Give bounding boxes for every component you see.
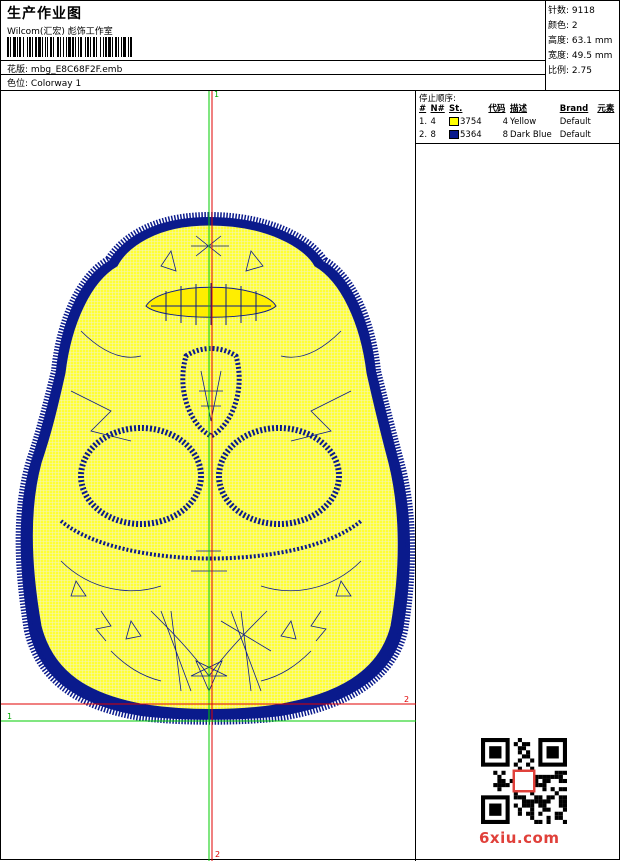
design-stats: 针数: 9118 颜色: 2 高度: 63.1 mm 宽度: 49.5 mm 比… <box>548 4 612 79</box>
color-swatch <box>449 130 459 139</box>
guide-label-top: 1 <box>214 91 219 99</box>
qr-code <box>481 738 567 824</box>
col-needle: N# <box>430 104 445 114</box>
header-info: 生产作业图 Wilcom(汇宏) 彪饰工作室 花版: mbg_E8C68F2F.… <box>1 1 546 90</box>
company-name: Wilcom(汇宏) 彪饰工作室 <box>7 27 113 37</box>
col-brand: Brand <box>559 104 589 114</box>
divider <box>1 60 546 61</box>
guide-label-right: 2 <box>404 695 409 704</box>
col-desc: 描述 <box>510 104 528 114</box>
col-index: # <box>419 104 427 114</box>
guide-label-bottom: 2 <box>215 850 220 859</box>
site-logo: 6xiu.com <box>479 829 560 847</box>
table-header: # N# St. 代码 描述 Brand 元素 <box>418 103 618 116</box>
divider <box>1 74 546 75</box>
stat-scale: 比例: 2.75 <box>548 66 592 76</box>
colorway-value: Colorway 1 <box>30 79 82 89</box>
stat-colors: 颜色: 2 <box>548 21 578 31</box>
col-code: 代码 <box>488 104 506 114</box>
colorway-label: 色位: <box>7 79 29 89</box>
colorway: 色位: Colorway 1 <box>7 76 81 89</box>
col-element: 元素 <box>597 104 615 114</box>
design-canvas: 1 2 1 2 <box>1 90 416 861</box>
stop-sequence-table: # N# St. 代码 描述 Brand 元素 1. 4 3754 4 Yell… <box>418 103 618 142</box>
page-title: 生产作业图 <box>7 6 82 22</box>
stat-width: 宽度: 49.5 mm <box>548 51 613 61</box>
table-row: 1. 4 3754 4 Yellow Default <box>419 117 591 127</box>
barcode <box>7 37 237 57</box>
col-stitches: St. <box>449 104 463 114</box>
color-swatch <box>449 117 459 126</box>
embroidery-preview: 1 2 1 2 <box>1 90 416 861</box>
stat-height: 高度: 63.1 mm <box>548 36 613 46</box>
guide-label-left: 1 <box>7 712 12 721</box>
production-sheet: 生产作业图 Wilcom(汇宏) 彪饰工作室 花版: mbg_E8C68F2F.… <box>0 0 620 861</box>
table-row: 2. 8 5364 8 Dark Blue Default <box>419 130 591 140</box>
stop-sequence-panel: 停止顺序: # N# St. 代码 描述 Brand 元素 1. 4 3754 <box>416 91 620 144</box>
stat-stitches: 针数: 9118 <box>548 6 595 16</box>
header: 生产作业图 Wilcom(汇宏) 彪饰工作室 花版: mbg_E8C68F2F.… <box>1 1 620 91</box>
